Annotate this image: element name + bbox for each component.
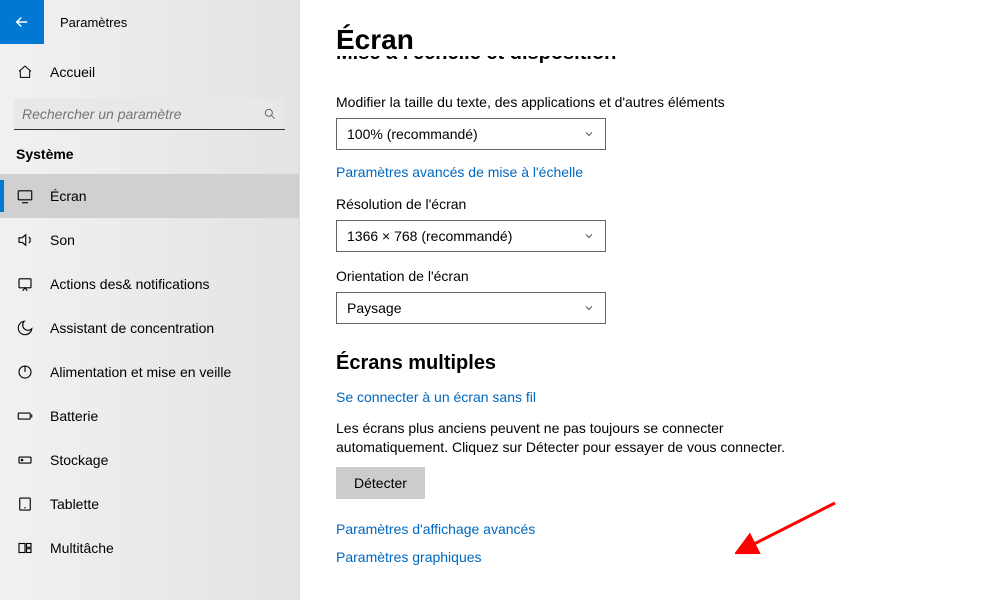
storage-icon	[16, 451, 34, 469]
sidebar-item-tablet[interactable]: Tablette	[0, 482, 299, 526]
back-button[interactable]	[0, 0, 44, 44]
chevron-down-icon	[583, 230, 595, 242]
sidebar: Paramètres Accueil Système Écran S	[0, 0, 300, 600]
sidebar-item-sound[interactable]: Son	[0, 218, 299, 262]
sidebar-item-label: Écran	[50, 188, 87, 204]
titlebar: Paramètres	[0, 0, 299, 44]
sidebar-item-label: Batterie	[50, 408, 98, 424]
scale-select[interactable]: 100% (recommandé)	[336, 118, 606, 150]
sidebar-item-storage[interactable]: Stockage	[0, 438, 299, 482]
sidebar-item-label: Alimentation et mise en veille	[50, 364, 231, 380]
orientation-label: Orientation de l'écran	[336, 268, 964, 284]
sidebar-item-multitask[interactable]: Multitâche	[0, 526, 299, 570]
wireless-display-link[interactable]: Se connecter à un écran sans fil	[336, 389, 536, 405]
sound-icon	[16, 231, 34, 249]
detect-button[interactable]: Détecter	[336, 467, 425, 499]
scale-value: 100% (recommandé)	[347, 126, 478, 142]
chevron-down-icon	[583, 128, 595, 140]
main-content: Écran Mise à l'échelle et disposition Mo…	[300, 0, 1000, 600]
battery-icon	[16, 407, 34, 425]
sidebar-item-label: Multitâche	[50, 540, 114, 556]
multitask-icon	[16, 539, 34, 557]
arrow-left-icon	[13, 13, 31, 31]
resolution-value: 1366 × 768 (recommandé)	[347, 228, 512, 244]
detect-helper-text: Les écrans plus anciens peuvent ne pas t…	[336, 419, 796, 457]
sidebar-item-notifications[interactable]: Actions des& notifications	[0, 262, 299, 306]
page-title: Écran	[336, 24, 964, 56]
sidebar-item-label: Actions des& notifications	[50, 276, 210, 292]
sidebar-item-focus[interactable]: Assistant de concentration	[0, 306, 299, 350]
home-label: Accueil	[50, 64, 95, 80]
resolution-label: Résolution de l'écran	[336, 196, 964, 212]
advanced-scale-link[interactable]: Paramètres avancés de mise à l'échelle	[336, 164, 583, 180]
sidebar-item-label: Assistant de concentration	[50, 320, 214, 336]
sidebar-item-label: Stockage	[50, 452, 108, 468]
sidebar-item-battery[interactable]: Batterie	[0, 394, 299, 438]
orientation-value: Paysage	[347, 300, 401, 316]
scale-label: Modifier la taille du texte, des applica…	[336, 94, 964, 110]
section-heading: Système	[0, 142, 299, 174]
sidebar-item-label: Son	[50, 232, 75, 248]
search-input[interactable]	[22, 106, 263, 122]
sidebar-item-display[interactable]: Écran	[0, 174, 299, 218]
home-icon	[16, 64, 34, 80]
search-box[interactable]	[14, 98, 285, 130]
chevron-down-icon	[583, 302, 595, 314]
advanced-display-link[interactable]: Paramètres d'affichage avancés	[336, 521, 535, 537]
notifications-icon	[16, 275, 34, 293]
window-title: Paramètres	[44, 15, 127, 30]
power-icon	[16, 363, 34, 381]
resolution-select[interactable]: 1366 × 768 (recommandé)	[336, 220, 606, 252]
tablet-icon	[16, 495, 34, 513]
scale-section-heading: Mise à l'échelle et disposition	[336, 56, 964, 72]
display-icon	[16, 187, 34, 205]
sidebar-item-label: Tablette	[50, 496, 99, 512]
search-icon	[263, 107, 277, 121]
focus-icon	[16, 319, 34, 337]
orientation-select[interactable]: Paysage	[336, 292, 606, 324]
home-item[interactable]: Accueil	[0, 54, 299, 90]
multiple-displays-heading: Écrans multiples	[336, 352, 964, 375]
sidebar-item-power[interactable]: Alimentation et mise en veille	[0, 350, 299, 394]
graphics-settings-link[interactable]: Paramètres graphiques	[336, 549, 482, 565]
